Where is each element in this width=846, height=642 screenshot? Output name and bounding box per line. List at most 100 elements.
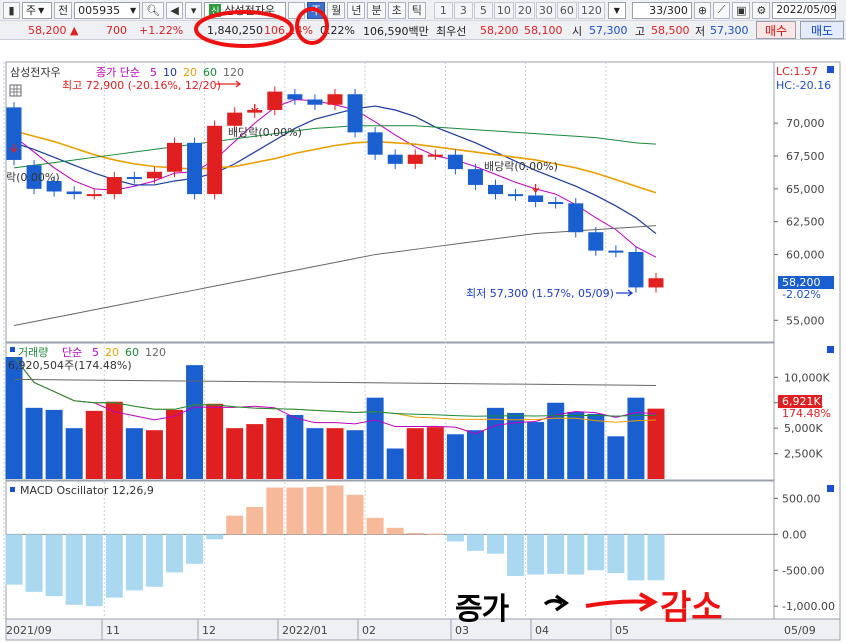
macd-bar	[567, 534, 585, 575]
volume-bar	[607, 436, 625, 479]
volume-bar	[527, 422, 545, 479]
volume-bar	[306, 428, 324, 479]
open-value: 57,300	[589, 24, 628, 37]
cross-icon-button[interactable]: ⊕	[693, 1, 712, 19]
date-field[interactable]: 2022/05/09	[772, 1, 837, 19]
interval-tab-5[interactable]: 5	[473, 1, 493, 19]
macd-panel-marker	[10, 487, 15, 492]
period-tab-0[interactable]: 주	[307, 1, 326, 19]
macd-tick-label: -500.00	[782, 564, 824, 577]
volume-bar	[587, 413, 605, 479]
menu-icon: ▾	[190, 3, 197, 17]
buy-button[interactable]: 매수	[756, 21, 796, 39]
dividend-note-1: 배당락(0.00%)	[228, 126, 302, 139]
price-tick-label: 60,000	[786, 249, 825, 262]
candle-body	[327, 94, 343, 105]
price-tick-label: 65,000	[786, 183, 825, 196]
interval-tab-3[interactable]: 3	[453, 1, 473, 19]
macd-bar	[587, 534, 605, 571]
stock-name-field[interactable]: 신 삼성전자우	[204, 1, 287, 19]
crosshair-icon: ⊕	[697, 3, 708, 17]
count-field[interactable]: 33/300	[631, 1, 692, 19]
best-ask: 58,200	[480, 24, 519, 37]
current-pct-text: -2.02%	[782, 288, 821, 301]
volume-tick-label: 10,000K	[784, 371, 830, 384]
candle-body	[187, 142, 203, 195]
volume-legend-name: 거래량	[18, 346, 48, 359]
macd-bar	[647, 534, 665, 581]
volume-bar	[386, 448, 404, 479]
code-input[interactable]: 005935 ▼	[74, 1, 141, 19]
count-total: /300	[663, 3, 688, 17]
period-tab-2[interactable]: 년	[347, 1, 366, 19]
menu-button[interactable]: ▾	[185, 1, 203, 19]
panel-toggle-icon[interactable]: ▮	[3, 1, 20, 19]
volume-value: 1,840,250	[207, 24, 263, 37]
interval-tab-20[interactable]: 20	[514, 1, 535, 19]
volume-bar	[166, 409, 183, 479]
volume-value-note: 6,920,504주(174.48%)	[8, 359, 132, 372]
macd-bar	[186, 534, 204, 564]
sell-button[interactable]: 매도	[800, 21, 844, 39]
macd-bar	[125, 534, 143, 591]
volume-bar	[286, 414, 304, 479]
volume-bar	[5, 357, 23, 479]
volume-bar	[406, 428, 424, 479]
settings-button[interactable]: ⚙	[752, 1, 771, 19]
x-axis-label: 05/09	[784, 624, 816, 637]
grid-toggle-icon[interactable]	[9, 84, 22, 97]
interval-dropdown[interactable]: ▼	[607, 1, 626, 19]
save-icon: ▣	[736, 3, 747, 17]
macd-bar	[105, 534, 123, 598]
candle-body	[146, 171, 162, 179]
open-label: 시	[572, 24, 583, 38]
candle-body	[126, 177, 142, 180]
volume-panel-handle[interactable]	[827, 346, 834, 353]
chevron-down-icon: ▼	[613, 5, 620, 15]
price-legend-ma-5: 5	[150, 66, 157, 79]
sound-button[interactable]: ◀	[166, 1, 184, 19]
volume-bar	[125, 428, 143, 479]
price-tick-label: 70,000	[786, 117, 825, 130]
macd-bar	[426, 533, 444, 535]
search-button[interactable]: 🔍︎	[142, 1, 165, 19]
interval-tab-120[interactable]: 120	[577, 1, 605, 19]
interval-tab-30[interactable]: 30	[535, 1, 556, 19]
macd-bar	[406, 532, 424, 535]
save-button[interactable]: ▣	[732, 1, 751, 19]
macd-bar	[366, 517, 384, 535]
lc-value: LC:1.57	[776, 65, 818, 78]
interval-tab-10[interactable]: 10	[493, 1, 514, 19]
volume-bar	[466, 430, 484, 479]
macd-bar	[386, 527, 404, 535]
interval-tab-60[interactable]: 60	[556, 1, 577, 19]
interval-tab-1[interactable]: 1	[433, 1, 453, 19]
period-tab-4[interactable]: 초	[387, 1, 406, 19]
period-tabs: 주월년분초틱	[307, 1, 428, 19]
macd-panel-handle[interactable]	[827, 485, 834, 492]
macd-legend: MACD Oscillator 12,26,9	[20, 484, 154, 497]
prefix-button[interactable]: 전	[54, 1, 73, 19]
trend-icon-button[interactable]: ⟋	[713, 1, 731, 19]
x-axis-label: 12	[202, 624, 216, 637]
stock-chart[interactable]: 70,000 67,500 65,000 62,500 60,000 55,000 10,0…	[0, 40, 846, 642]
volume-bar	[426, 427, 444, 479]
macd-bar	[85, 534, 103, 607]
volume-bar	[627, 397, 645, 479]
turnover-percent: 0.22%	[320, 24, 355, 37]
macd-bar	[145, 534, 163, 587]
candle-body	[287, 94, 303, 100]
volume-bar	[45, 409, 63, 479]
volume-legend-ma-20: 20	[105, 346, 119, 359]
candle-body	[488, 184, 503, 195]
market-select[interactable]: 주 ▼	[22, 1, 52, 19]
macd-bar	[607, 534, 625, 574]
price-legend-ma-label: 종가 단순	[96, 66, 140, 79]
period-tab-5[interactable]: 틱	[407, 1, 426, 19]
candle-body	[568, 203, 584, 233]
price-panel-frame	[5, 61, 775, 343]
price-panel-handle[interactable]	[827, 66, 834, 73]
macd-bar	[547, 534, 565, 574]
period-tab-3[interactable]: 분	[367, 1, 386, 19]
period-tab-1[interactable]: 월	[327, 1, 346, 19]
